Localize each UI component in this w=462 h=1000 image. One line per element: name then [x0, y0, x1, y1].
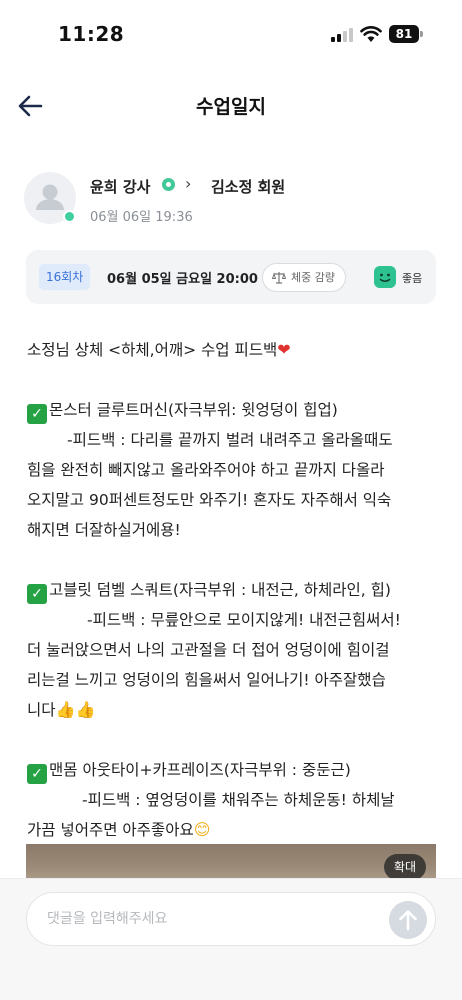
feedback-line: 오지말고 90퍼센트정도만 와주기! 혼자도 자주해서 익숙	[27, 491, 392, 509]
send-arrow-icon[interactable]	[389, 901, 427, 939]
session-info-bar: 16회차 06월 05일 금요일 20:00 체중 감량 좋음	[26, 250, 436, 304]
check-icon: ✓	[27, 404, 47, 424]
feedback-line: 더 눌러앉으면서 나의 고관절을 더 접어 엉덩이에 힘이걸	[27, 641, 390, 659]
exercise-title: ✓ 고블릿 덤벨 스쿼트(자극부위 : 내전근, 하체라인, 힙)	[27, 575, 437, 605]
verified-icon	[162, 178, 175, 191]
author-row: 윤희 강사 › 김소정 회원 06월 06일 19:36	[24, 170, 438, 230]
mood-label: 좋음	[402, 272, 423, 285]
heart-icon: ❤	[277, 340, 291, 359]
session-badge: 16회차	[39, 264, 91, 290]
zoom-button[interactable]: 확대	[383, 854, 426, 880]
intro-line: 소정님 상체 <하체,어깨> 수업 피드백❤	[27, 340, 291, 359]
feedback-line: -피드백 : 옆엉덩이를 채워주는 하체운동! 하체날	[82, 791, 395, 809]
class-date: 06월 05일 금요일 20:00	[107, 272, 258, 287]
post-date: 06월 06일 19:36	[90, 210, 193, 225]
feedback-line: 니다👍👍	[27, 700, 96, 719]
feedback-line: -피드백 : 다리를 끝까지 벌려 내려주고 올라올때도	[67, 431, 393, 449]
log-content: 소정님 상체 <하체,어깨> 수업 피드백❤ ✓ 몬스터 글루트머신(자극부위: …	[27, 335, 437, 845]
exercise-title: ✓ 몬스터 글루트머신(자극부위: 윗엉덩이 힙업)	[27, 395, 437, 425]
page-title: 수업일지	[196, 96, 266, 118]
status-bar: 11:28 81	[0, 0, 462, 66]
feedback-line: 가끔 넣어주면 아주좋아요😊	[27, 820, 211, 839]
check-icon: ✓	[27, 584, 47, 604]
feedback-line: 리는걸 느끼고 엉덩이의 힘을써서 일어나기! 아주잘했습	[27, 671, 386, 689]
wifi-icon	[360, 26, 382, 42]
goal-chip: 체중 감량	[262, 263, 346, 292]
thumbs-up-icon: 👍👍	[55, 700, 96, 719]
feedback-line: 해지면 더잘하실거에용!	[27, 521, 181, 539]
feedback-line: 힘을 완전히 빼지않고 올라와주어야 하고 끝까지 다올라	[27, 461, 385, 479]
comment-input[interactable]	[26, 892, 436, 946]
trainer-name[interactable]: 윤희 강사	[90, 176, 150, 197]
header: 수업일지	[0, 80, 462, 132]
comment-bar	[0, 878, 462, 1000]
signal-icon	[331, 28, 353, 42]
check-icon: ✓	[27, 764, 47, 784]
feedback-line: -피드백 : 무릎안으로 모이지않게! 내전근힘써서!	[87, 611, 401, 629]
battery-level: 81	[389, 25, 419, 43]
goal-label: 체중 감량	[291, 271, 335, 284]
smile-icon	[374, 266, 396, 288]
member-name[interactable]: 김소정 회원	[211, 176, 285, 197]
chevron-right-icon: ›	[185, 174, 192, 193]
status-time: 11:28	[58, 22, 125, 46]
smile-emoji-icon: 😊	[193, 820, 211, 839]
battery-icon: 81	[389, 25, 423, 43]
online-indicator	[63, 210, 76, 223]
scale-icon	[272, 272, 286, 284]
exercise-title: ✓ 맨몸 아웃타이+카프레이즈(자극부위 : 중둔근)	[27, 755, 437, 785]
